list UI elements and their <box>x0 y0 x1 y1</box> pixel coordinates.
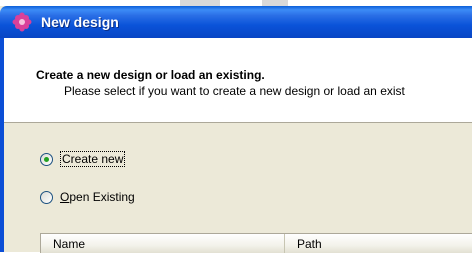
header-title: Create a new design or load an existing. <box>36 68 265 82</box>
radio-button-selected[interactable] <box>40 153 53 166</box>
radio-button[interactable] <box>40 191 53 204</box>
radio-open-existing-label: Open Existing <box>60 190 135 204</box>
header-subtitle: Please select if you want to create a ne… <box>64 84 405 98</box>
mnemonic-letter: O <box>60 190 70 204</box>
radio-dot <box>44 157 49 162</box>
header-panel: Create a new design or load an existing.… <box>4 38 472 123</box>
app-flower-icon <box>12 12 32 32</box>
radio-create-new-label: Create new <box>60 151 126 167</box>
design-list-header: Name Path <box>40 233 472 253</box>
new-design-dialog: New design Create a new design or load a… <box>0 6 472 253</box>
column-header-name[interactable]: Name <box>41 234 285 253</box>
column-header-path[interactable]: Path <box>285 234 472 253</box>
label-rest: pen Existing <box>69 190 135 204</box>
window-title: New design <box>41 14 119 30</box>
title-bar[interactable]: New design <box>0 6 472 38</box>
